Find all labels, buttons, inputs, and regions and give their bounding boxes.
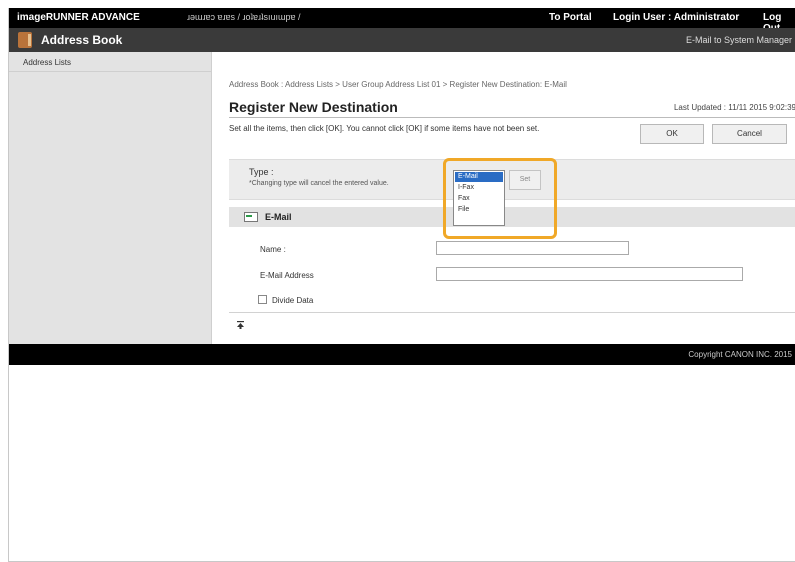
sidebar-item-address-lists[interactable]: Address Lists — [9, 58, 211, 72]
type-note: *Changing type will cancel the entered v… — [249, 180, 389, 187]
type-label: Type : — [249, 167, 274, 177]
email-address-label: E-Mail Address — [260, 271, 314, 280]
to-portal-link[interactable]: To Portal — [549, 12, 592, 23]
cancel-button[interactable]: Cancel — [712, 124, 787, 144]
address-book-icon — [18, 32, 32, 48]
copyright: Copyright CANON INC. 2015 — [688, 350, 792, 359]
title-divider — [229, 117, 795, 118]
email-system-manager-link[interactable]: E-Mail to System Manager — [686, 35, 792, 45]
login-user: Login User : Administrator — [613, 12, 740, 23]
brand-logo: imageRUNNER ADVANCE — [17, 12, 140, 23]
footer: Copyright CANON INC. 2015 — [9, 344, 795, 365]
divide-data-label: Divide Data — [272, 296, 314, 305]
name-label: Name : — [260, 245, 286, 254]
last-updated: Last Updated : 11/11 2015 9:02:39 — [673, 103, 795, 112]
device-name: ɹəɯɹɐɔ ɐɹɐs / ɹoʇɐɹʇsıuıɯpɐ / — [187, 12, 301, 22]
email-icon — [244, 212, 258, 222]
sidebar: Address Lists — [9, 52, 212, 344]
ok-button[interactable]: OK — [640, 124, 704, 144]
email-address-input[interactable] — [436, 267, 743, 281]
section-title: E-Mail — [265, 212, 292, 222]
form-divider — [229, 312, 795, 313]
browser-frame: imageRUNNER ADVANCE ɹəɯɹɐɔ ɐɹɐs / ɹoʇɐɹʇ… — [8, 8, 795, 562]
top-bar: imageRUNNER ADVANCE ɹəɯɹɐɔ ɐɹɐs / ɹoʇɐɹʇ… — [9, 8, 795, 34]
page-title: Register New Destination — [229, 99, 398, 115]
callout-highlight — [443, 158, 557, 239]
name-input[interactable] — [436, 241, 629, 255]
instruction-text: Set all the items, then click [OK]. You … — [229, 124, 540, 133]
app-title: Address Book — [41, 33, 123, 47]
main-content: Address Book : Address Lists > User Grou… — [212, 52, 795, 344]
back-to-top-icon[interactable] — [237, 321, 244, 329]
breadcrumb: Address Book : Address Lists > User Grou… — [229, 80, 567, 89]
title-bar: Address Book E-Mail to System Manager — [9, 28, 795, 52]
divide-data-checkbox[interactable] — [258, 295, 267, 304]
